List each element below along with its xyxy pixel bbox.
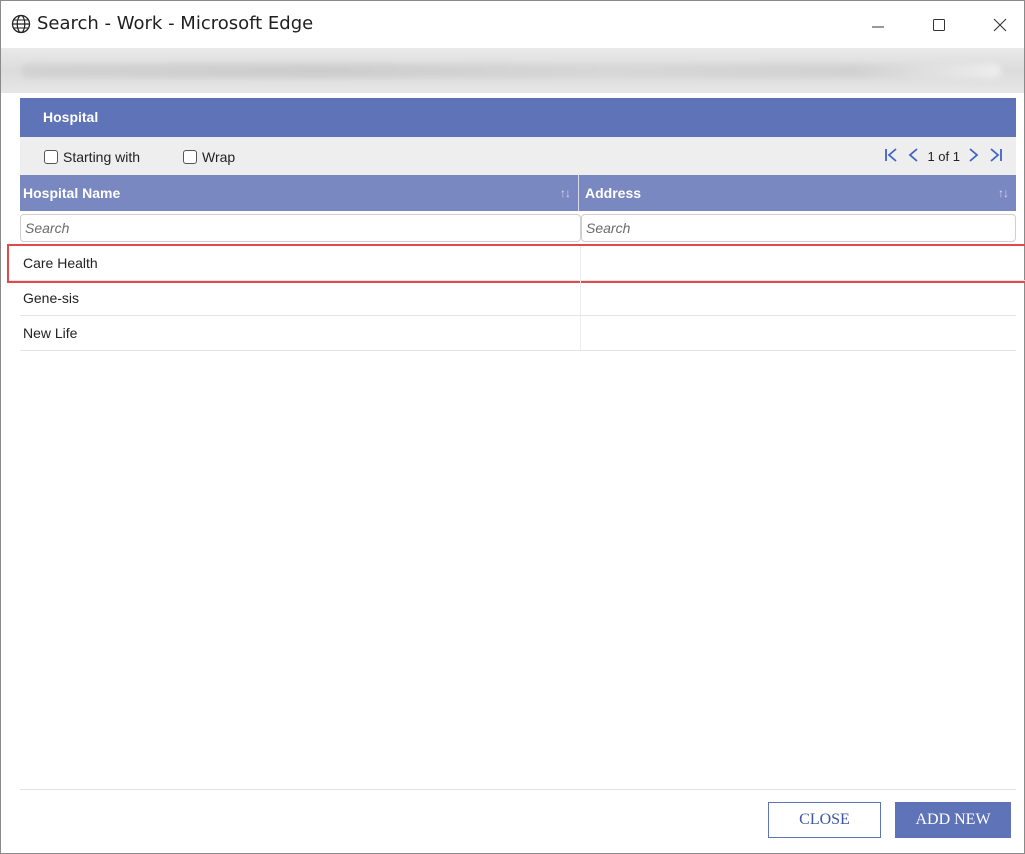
column-label: Address: [585, 185, 642, 201]
last-page-icon[interactable]: [988, 147, 1004, 166]
panel-title: Hospital: [20, 98, 1016, 137]
filter-cell: [581, 211, 1016, 245]
close-icon: [993, 18, 1007, 31]
minimize-icon: [872, 26, 884, 27]
address-cell: [581, 246, 1016, 280]
next-page-icon[interactable]: [968, 147, 980, 166]
add-new-button[interactable]: ADD NEW: [895, 802, 1011, 838]
window-title: Search - Work - Microsoft Edge: [37, 13, 314, 34]
window-close-button[interactable]: [977, 1, 1023, 48]
table-row[interactable]: Gene-sis: [20, 281, 1016, 316]
blurred-url: [21, 64, 1001, 78]
page-indicator: 1 of 1: [927, 149, 960, 164]
pager: 1 of 1: [883, 147, 1004, 166]
wrap-label: Wrap: [202, 149, 236, 165]
footer-divider: [20, 789, 1016, 790]
first-page-icon[interactable]: [883, 147, 899, 166]
column-label: Hospital Name: [23, 185, 121, 201]
maximize-button[interactable]: [916, 1, 962, 48]
filter-cell: [20, 211, 581, 245]
address-cell: [581, 281, 1016, 315]
filter-row: [20, 211, 1016, 245]
browser-window: Search - Work - Microsoft Edge Hospital …: [0, 0, 1025, 854]
checkbox-box[interactable]: [44, 150, 58, 164]
globe-icon: [11, 14, 31, 34]
wrap-checkbox[interactable]: Wrap: [183, 149, 235, 165]
starting-with-label: Starting with: [63, 149, 141, 165]
minimize-button[interactable]: [855, 1, 901, 48]
close-button[interactable]: CLOSE: [768, 802, 881, 838]
hospital-name-cell: Care Health: [20, 246, 581, 280]
column-header-address[interactable]: Address ↑↓: [579, 175, 1016, 211]
starting-with-checkbox[interactable]: Starting with: [44, 149, 140, 165]
address-cell: [581, 316, 1016, 350]
column-header-row: Hospital Name ↑↓ Address ↑↓: [20, 175, 1016, 211]
table-row[interactable]: Care Health: [7, 244, 1025, 283]
address-search-input[interactable]: [581, 214, 1016, 242]
grid-toolbar: Starting with Wrap 1 of 1: [20, 137, 1016, 175]
table-row[interactable]: New Life: [20, 316, 1016, 351]
sort-icon[interactable]: ↑↓: [998, 175, 1009, 211]
title-bar: Search - Work - Microsoft Edge: [1, 1, 1024, 48]
maximize-icon: [933, 18, 945, 31]
sort-icon[interactable]: ↑↓: [560, 175, 571, 211]
hospital-name-cell: New Life: [20, 316, 581, 350]
checkbox-box[interactable]: [183, 150, 197, 164]
address-bar[interactable]: [1, 48, 1024, 93]
column-header-hospital-name[interactable]: Hospital Name ↑↓: [20, 175, 579, 211]
prev-page-icon[interactable]: [907, 147, 919, 166]
hospital-name-cell: Gene-sis: [20, 281, 581, 315]
hospital-name-search-input[interactable]: [20, 214, 581, 242]
result-list: Care Health Gene-sis New Life: [7, 244, 1025, 351]
